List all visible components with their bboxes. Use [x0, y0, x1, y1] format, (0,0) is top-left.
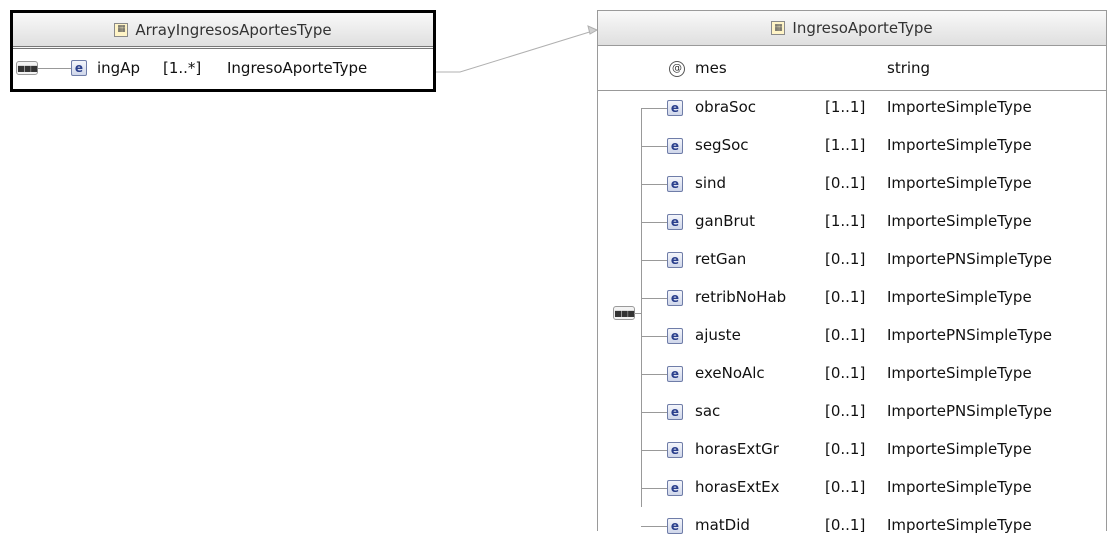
- element-type: ImporteSimpleType: [887, 174, 1032, 192]
- element-row-obrasoc[interactable]: e obraSoc [1..1] ImporteSimpleType: [598, 89, 1106, 127]
- reference-connector: [436, 29, 597, 73]
- element-type: ImporteSimpleType: [887, 136, 1032, 154]
- element-cardinality: [1..1]: [825, 136, 866, 154]
- element-type: ImporteSimpleType: [887, 516, 1032, 534]
- ingreso-aporte-type-box[interactable]: ▦ IngresoAporteType @ mes string ■■■ e ob…: [597, 10, 1107, 534]
- element-cardinality: [0..1]: [825, 250, 866, 268]
- element-cardinality: [0..1]: [825, 288, 866, 306]
- element-cardinality: [0..1]: [825, 174, 866, 192]
- element-name: segSoc: [695, 136, 749, 154]
- element-icon: e: [667, 290, 683, 306]
- ingap-type[interactable]: IngresoAporteType: [227, 59, 367, 77]
- element-row-ajuste[interactable]: e ajuste [0..1] ImportePNSimpleType: [598, 317, 1106, 355]
- element-row-exenoalc[interactable]: e exeNoAlc [0..1] ImporteSimpleType: [598, 355, 1106, 393]
- element-name: matDid: [695, 516, 750, 534]
- element-cardinality: [0..1]: [825, 402, 866, 420]
- array-type-header[interactable]: ▦ ArrayIngresosAportesType: [13, 13, 433, 49]
- attribute-row-mes[interactable]: @ mes string: [598, 50, 1106, 88]
- attribute-name: mes: [695, 59, 727, 77]
- element-name: ganBrut: [695, 212, 756, 230]
- tree-branch: [641, 526, 667, 527]
- element-row-matdid[interactable]: e matDid [0..1] ImporteSimpleType: [598, 507, 1106, 545]
- element-type: ImporteSimpleType: [887, 440, 1032, 458]
- element-row-segsoc[interactable]: e segSoc [1..1] ImporteSimpleType: [598, 127, 1106, 165]
- element-type: ImporteSimpleType: [887, 478, 1032, 496]
- element-icon: e: [667, 252, 683, 268]
- element-type: ImportePNSimpleType: [887, 326, 1052, 344]
- ingreso-type-header[interactable]: ▦ IngresoAporteType: [598, 11, 1106, 46]
- element-icon: e: [667, 442, 683, 458]
- tree-branch: [641, 488, 667, 489]
- element-name: horasExtGr: [695, 440, 779, 458]
- attribute-type: string: [887, 59, 931, 77]
- element-name: horasExtEx: [695, 478, 780, 496]
- element-cardinality: [0..1]: [825, 516, 866, 534]
- element-type: ImportePNSimpleType: [887, 250, 1052, 268]
- ingap-element-name[interactable]: ingAp: [97, 59, 140, 77]
- element-row-retribnohab[interactable]: e retribNoHab [0..1] ImporteSimpleType: [598, 279, 1106, 317]
- element-type: ImporteSimpleType: [887, 98, 1032, 116]
- element-type: ImporteSimpleType: [887, 212, 1032, 230]
- tree-branch: [641, 336, 667, 337]
- tree-branch: [641, 412, 667, 413]
- tree-branch: [641, 184, 667, 185]
- element-icon: e: [667, 366, 683, 382]
- element-cardinality: [0..1]: [825, 364, 866, 382]
- element-cardinality: [0..1]: [825, 326, 866, 344]
- tree-branch: [641, 260, 667, 261]
- element-cardinality: [0..1]: [825, 478, 866, 496]
- array-type-title: ArrayIngresosAportesType: [135, 20, 332, 39]
- ingap-cardinality: [1..*]: [163, 59, 202, 77]
- array-ingresos-aportes-type-box[interactable]: ▦ ArrayIngresosAportesType ■■■ e ingAp […: [10, 10, 436, 92]
- element-cardinality: [1..1]: [825, 98, 866, 116]
- element-row-horasextgr[interactable]: e horasExtGr [0..1] ImporteSimpleType: [598, 431, 1106, 469]
- element-icon: e: [71, 60, 87, 76]
- element-type: ImportePNSimpleType: [887, 402, 1052, 420]
- element-icon: e: [667, 518, 683, 534]
- tree-branch: [641, 374, 667, 375]
- element-name: obraSoc: [695, 98, 757, 116]
- element-row-sind[interactable]: e sind [0..1] ImporteSimpleType: [598, 165, 1106, 203]
- element-type: ImporteSimpleType: [887, 288, 1032, 306]
- complex-type-icon: ▦: [771, 21, 786, 35]
- connector-arrowhead: [587, 25, 599, 35]
- tree-branch: [641, 222, 667, 223]
- element-name: ajuste: [695, 326, 741, 344]
- element-icon: e: [667, 480, 683, 496]
- element-type: ImporteSimpleType: [887, 364, 1032, 382]
- element-name: sac: [695, 402, 721, 420]
- ingreso-type-title: IngresoAporteType: [792, 19, 933, 37]
- element-icon: e: [667, 404, 683, 420]
- element-cardinality: [0..1]: [825, 440, 866, 458]
- element-icon: e: [667, 138, 683, 154]
- element-name: retribNoHab: [695, 288, 787, 306]
- attribute-icon: @: [669, 61, 685, 77]
- element-name: exeNoAlc: [695, 364, 765, 382]
- element-row-sac[interactable]: e sac [0..1] ImportePNSimpleType: [598, 393, 1106, 431]
- element-row-horasextex[interactable]: e horasExtEx [0..1] ImporteSimpleType: [598, 469, 1106, 507]
- element-icon: e: [667, 100, 683, 116]
- element-row-ganbrut[interactable]: e ganBrut [1..1] ImporteSimpleType: [598, 203, 1106, 241]
- element-icon: e: [667, 328, 683, 344]
- tree-branch: [641, 108, 667, 109]
- complex-type-icon: ▦: [114, 22, 129, 37]
- element-row-retgan[interactable]: e retGan [0..1] ImportePNSimpleType: [598, 241, 1106, 279]
- element-name: retGan: [695, 250, 747, 268]
- tree-branch: [641, 298, 667, 299]
- sequence-connector: [38, 68, 71, 69]
- element-cardinality: [1..1]: [825, 212, 866, 230]
- sequence-icon[interactable]: ■■■: [16, 61, 38, 75]
- tree-branch: [641, 146, 667, 147]
- tree-branch: [641, 450, 667, 451]
- element-name: sind: [695, 174, 727, 192]
- element-icon: e: [667, 176, 683, 192]
- element-icon: e: [667, 214, 683, 230]
